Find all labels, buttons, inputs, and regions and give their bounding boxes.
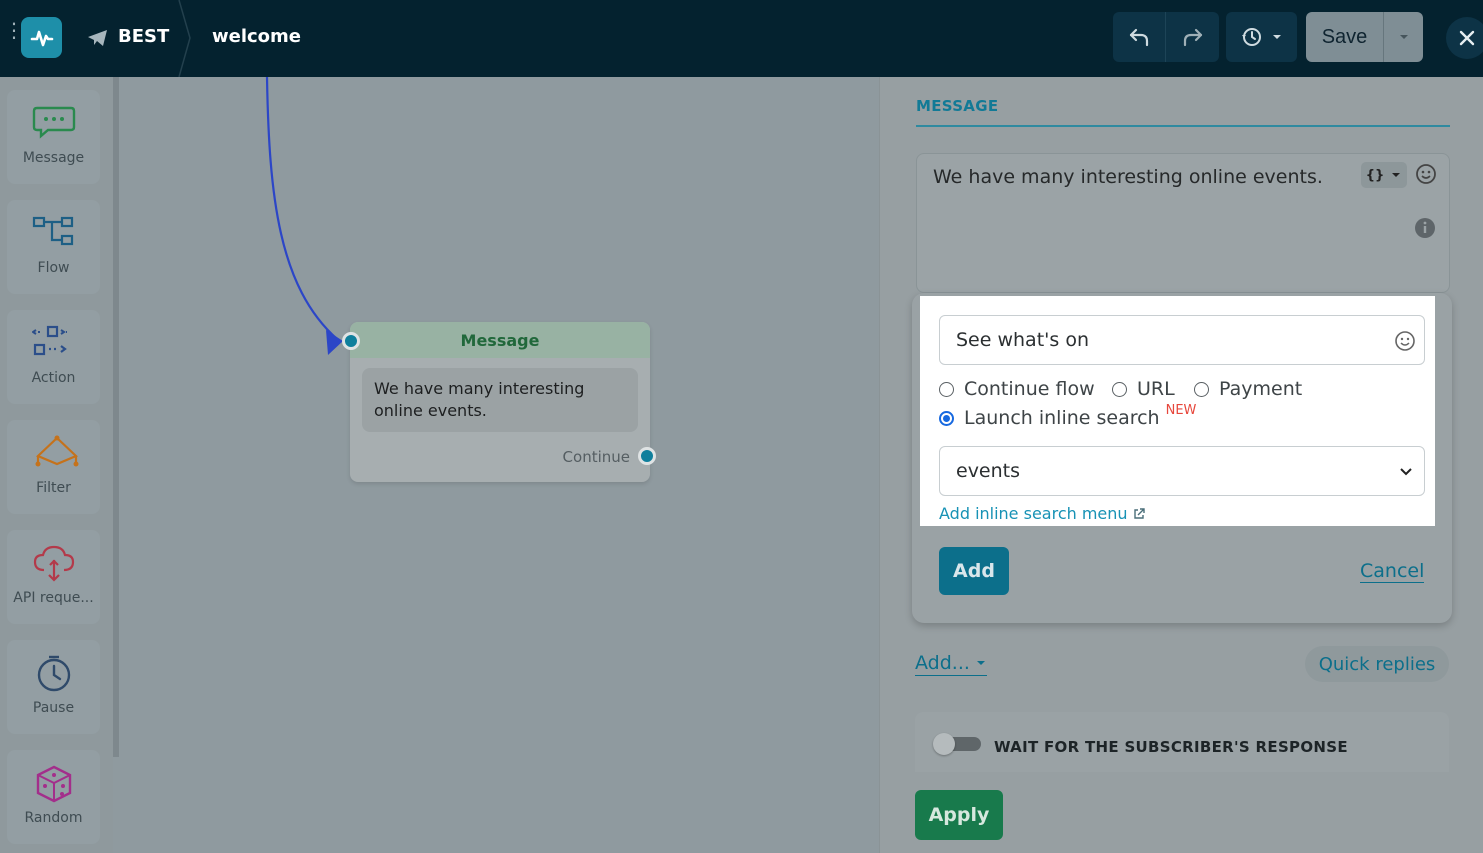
panel-divider xyxy=(916,125,1450,127)
node-output-port[interactable] xyxy=(638,447,656,465)
message-textarea[interactable]: We have many interesting online events. … xyxy=(916,153,1450,293)
history-group xyxy=(1226,12,1297,62)
add-dropdown[interactable]: Add... xyxy=(915,651,987,676)
add-button[interactable]: Add xyxy=(939,547,1009,595)
inline-search-menu-select[interactable]: events xyxy=(939,446,1425,496)
tool-label: Message xyxy=(22,150,85,166)
message-node[interactable]: Message We have many interesting online … xyxy=(350,322,650,482)
apply-button[interactable]: Apply xyxy=(915,790,1003,840)
button-text-input[interactable]: See what's on xyxy=(939,315,1425,365)
tool-label: Flow xyxy=(37,260,70,276)
emoji-icon[interactable] xyxy=(1415,163,1437,185)
flow-name[interactable]: welcome xyxy=(212,26,301,47)
radio-continue-flow[interactable] xyxy=(939,381,954,397)
tool-filter[interactable]: Filter xyxy=(7,420,100,514)
wait-response-card: WAIT FOR THE SUBSCRIBER'S RESPONSE xyxy=(915,712,1449,772)
tool-label: API reque... xyxy=(13,590,94,606)
telegram-icon xyxy=(88,30,107,46)
tool-label: Action xyxy=(31,370,76,386)
redo-icon xyxy=(1183,28,1202,47)
save-group: Save xyxy=(1306,12,1423,62)
chat-bubble-icon xyxy=(32,106,76,139)
chevron-down-icon xyxy=(976,661,985,665)
emoji-icon[interactable] xyxy=(1394,330,1416,352)
breadcrumb-separator xyxy=(178,0,191,77)
chevron-down-icon xyxy=(1392,173,1401,177)
save-button[interactable]: Save xyxy=(1306,12,1384,62)
option-label: Continue flow xyxy=(964,378,1095,400)
action-icon xyxy=(32,325,67,356)
radio-url[interactable] xyxy=(1112,381,1127,397)
tool-random[interactable]: Random xyxy=(7,750,100,844)
flow-icon xyxy=(32,216,74,246)
add-inline-search-menu-link[interactable]: Add inline search menu xyxy=(939,504,1146,523)
clock-icon xyxy=(37,655,71,692)
history-icon xyxy=(1241,28,1261,46)
tool-label: Filter xyxy=(36,480,71,496)
selected-menu: events xyxy=(956,460,1021,482)
wait-response-toggle[interactable] xyxy=(933,733,981,755)
option-label: Payment xyxy=(1219,378,1303,400)
redo-button[interactable] xyxy=(1166,12,1219,62)
app-logo[interactable] xyxy=(21,17,62,58)
option-label: URL xyxy=(1137,378,1175,400)
dice-icon xyxy=(36,765,72,803)
variables-button[interactable]: {} xyxy=(1361,162,1407,188)
undo-button[interactable] xyxy=(1113,12,1166,62)
braces-icon: {} xyxy=(1365,167,1385,183)
info-icon[interactable] xyxy=(1414,217,1436,239)
close-icon xyxy=(1459,30,1475,46)
cloud-api-icon xyxy=(33,545,75,582)
node-message-text: We have many interesting online events. xyxy=(362,368,638,432)
tool-flow[interactable]: Flow xyxy=(7,200,100,294)
panel-title: MESSAGE xyxy=(916,97,999,115)
message-text: We have many interesting online events. xyxy=(933,166,1323,188)
top-bar: ⋮ BEST welcome Save xyxy=(0,0,1483,77)
tool-message[interactable]: Message xyxy=(7,90,100,184)
node-title: Message xyxy=(350,322,650,358)
wait-response-label: WAIT FOR THE SUBSCRIBER'S RESPONSE xyxy=(994,738,1348,756)
radio-payment[interactable] xyxy=(1194,381,1209,397)
option-launch-inline-search[interactable]: Launch inline search NEW xyxy=(939,403,1196,429)
option-url[interactable]: URL xyxy=(1112,378,1175,400)
save-options-button[interactable] xyxy=(1384,12,1423,62)
tool-label: Pause xyxy=(32,700,75,716)
more-menu-icon[interactable]: ⋮ xyxy=(4,20,24,40)
add-dropdown-label: Add... xyxy=(915,652,970,674)
history-button[interactable] xyxy=(1226,12,1297,62)
pulse-logo-icon xyxy=(30,30,53,46)
undo-redo-group xyxy=(1113,12,1219,62)
link-label: Add inline search menu xyxy=(939,504,1128,523)
tool-pause[interactable]: Pause xyxy=(7,640,100,734)
chevron-down-icon xyxy=(1400,468,1412,476)
node-input-port[interactable] xyxy=(342,332,360,350)
option-payment[interactable]: Payment xyxy=(1194,378,1302,400)
toggle-knob xyxy=(933,733,955,755)
tool-label: Random xyxy=(24,810,83,826)
external-link-icon xyxy=(1133,507,1145,519)
radio-launch-inline-search[interactable] xyxy=(939,410,954,426)
chevron-down-icon xyxy=(1272,35,1281,39)
quick-replies-button[interactable]: Quick replies xyxy=(1305,646,1449,682)
bot-name[interactable]: BEST xyxy=(118,26,169,47)
tool-action[interactable]: Action xyxy=(7,310,100,404)
button-text-value: See what's on xyxy=(956,329,1089,351)
block-toolbox: Message Flow Action Filter API reque... … xyxy=(0,77,113,853)
node-continue-label: Continue xyxy=(562,448,630,466)
option-continue-flow[interactable]: Continue flow xyxy=(939,378,1095,400)
new-badge: NEW xyxy=(1165,402,1197,418)
chevron-down-icon xyxy=(1399,35,1408,39)
option-label: Launch inline search xyxy=(964,407,1160,429)
filter-icon xyxy=(35,435,79,467)
tool-api-request[interactable]: API reque... xyxy=(7,530,100,624)
undo-icon xyxy=(1129,28,1149,47)
cancel-link[interactable]: Cancel xyxy=(1360,560,1425,583)
close-button[interactable] xyxy=(1446,17,1483,59)
